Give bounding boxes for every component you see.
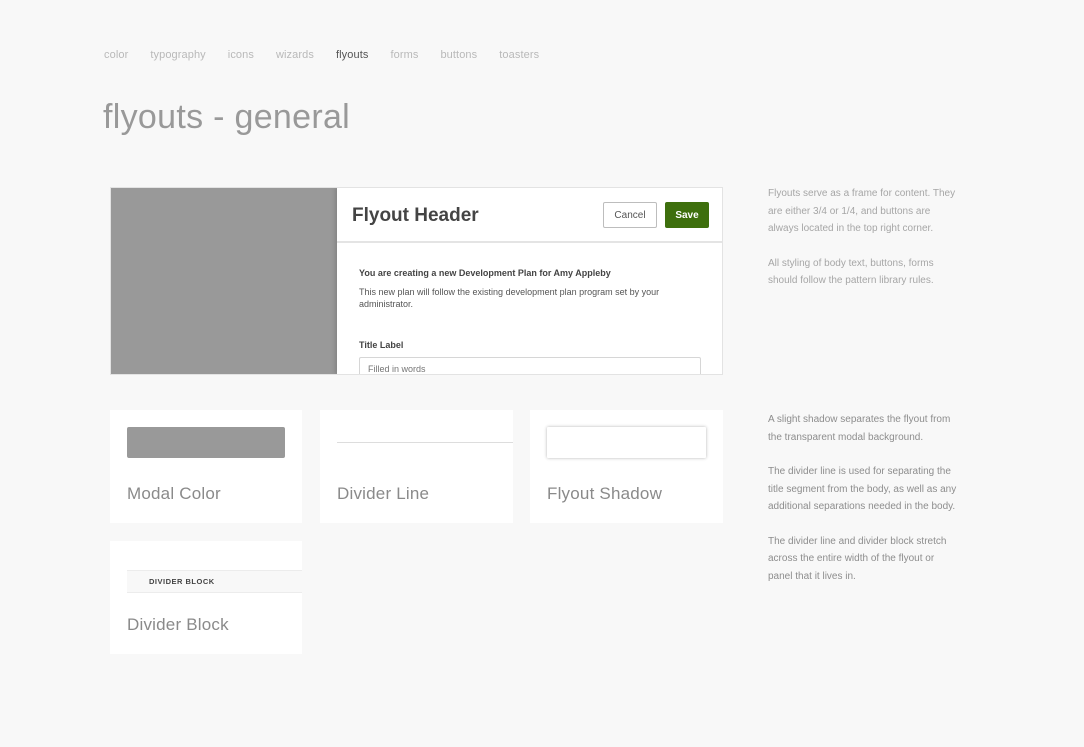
flyout-intro-text: This new plan will follow the existing d… xyxy=(359,287,660,309)
flyout-title: Flyout Header xyxy=(352,205,479,226)
card-label: Flyout Shadow xyxy=(547,484,663,503)
card-divider-block: DIVIDER BLOCK Divider Block xyxy=(110,541,302,654)
flyout-description: Flyouts serve as a frame for content. Th… xyxy=(768,185,958,307)
nav-item-icons[interactable]: icons xyxy=(228,49,254,61)
save-button[interactable]: Save xyxy=(665,202,709,228)
page-title: flyouts - general xyxy=(103,98,351,136)
divider-line-sample xyxy=(337,442,513,443)
title-field-label: Title Label xyxy=(359,340,404,350)
card-label: Divider Block xyxy=(127,615,229,634)
nav-item-wizards[interactable]: wizards xyxy=(276,49,314,61)
nav-item-forms[interactable]: forms xyxy=(390,49,418,61)
cancel-button[interactable]: Cancel xyxy=(603,202,657,228)
modal-color-swatch xyxy=(127,427,285,458)
nav-item-color[interactable]: color xyxy=(104,49,128,61)
description-paragraph: Flyouts serve as a frame for content. Th… xyxy=(768,188,956,234)
notes-paragraph: The divider line is used for separating … xyxy=(768,466,957,512)
component-notes: A slight shadow separates the flyout fro… xyxy=(768,411,958,602)
flyout-demo: Flyout Header Cancel Save You are creati… xyxy=(110,187,723,375)
flyout-panel: Flyout Header Cancel Save You are creati… xyxy=(337,188,722,374)
divider-block-sample: DIVIDER BLOCK xyxy=(127,570,302,593)
card-modal-color: Modal Color xyxy=(110,410,302,523)
notes-paragraph: A slight shadow separates the flyout fro… xyxy=(768,414,951,443)
flyout-shadow-sample xyxy=(547,427,706,458)
card-label: Modal Color xyxy=(127,484,221,503)
card-divider-line: Divider Line xyxy=(320,410,513,523)
nav-item-toasters[interactable]: toasters xyxy=(499,49,539,61)
flyout-header: Flyout Header Cancel Save xyxy=(337,188,722,243)
title-field[interactable] xyxy=(359,357,701,374)
modal-background xyxy=(111,188,337,374)
description-paragraph: All styling of body text, buttons, forms… xyxy=(768,257,934,287)
nav-item-typography[interactable]: typography xyxy=(150,49,205,61)
top-nav: color typography icons wizards flyouts f… xyxy=(104,49,561,61)
card-label: Divider Line xyxy=(337,484,430,503)
flyout-intro-title: You are creating a new Development Plan … xyxy=(359,268,611,278)
notes-paragraph: The divider line and divider block stret… xyxy=(768,535,947,582)
card-flyout-shadow: Flyout Shadow xyxy=(530,410,723,523)
nav-item-flyouts[interactable]: flyouts xyxy=(336,49,369,61)
flyout-body: You are creating a new Development Plan … xyxy=(337,243,722,374)
nav-item-buttons[interactable]: buttons xyxy=(440,49,477,61)
